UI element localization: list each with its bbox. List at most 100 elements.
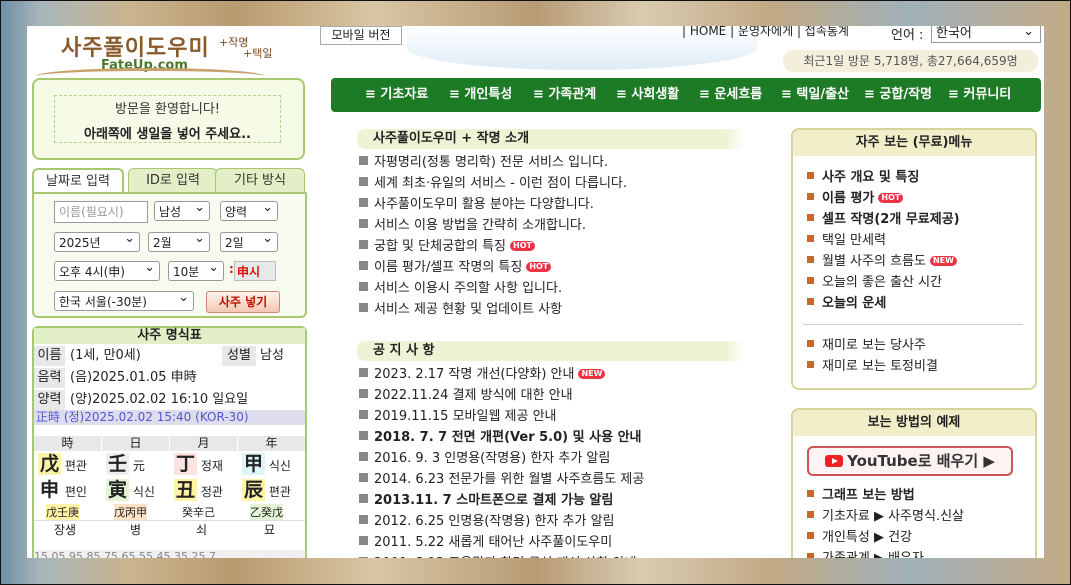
notice-item[interactable]: 2019.11.15 모바일웹 제공 안내 bbox=[359, 405, 557, 424]
example-item[interactable]: 기초자료 ▶ 사주명식.신살 bbox=[807, 505, 964, 524]
free-menu-item[interactable]: 오늘의 좋은 출산 시간 bbox=[807, 271, 942, 290]
free-menu-item[interactable]: 사주 개요 및 특징 bbox=[807, 166, 919, 185]
hidden-stems: 乙癸戊 bbox=[250, 504, 283, 520]
free-menu-item-text: 셀프 작명(2개 무료제공) bbox=[822, 212, 960, 227]
intro-item-text: 세계 최초·유일의 서비스 - 이런 점이 다릅니다. bbox=[374, 176, 628, 191]
free-menu-item-text: 오늘의 운세 bbox=[822, 296, 887, 311]
menu-community[interactable]: ≡ 커뮤니티 bbox=[948, 78, 1011, 112]
intro-section-title: 사주풀이도우미 + 작명 소개 bbox=[357, 129, 745, 149]
notice-item[interactable]: 2014. 6.23 전문가를 위한 월별 사주흐름도 제공 bbox=[359, 468, 644, 487]
day-select[interactable]: 2일 bbox=[220, 229, 278, 252]
tab-date-input[interactable]: 날짜로 입력 bbox=[32, 168, 124, 195]
menu-fortune-flow[interactable]: ≡ 운세흐름 bbox=[699, 78, 762, 112]
logo-sub-taegil: +택일 bbox=[243, 47, 273, 60]
bullet-square-icon bbox=[359, 515, 368, 524]
examples-title: 보는 방법의 예제 bbox=[793, 410, 1035, 436]
name-label: 이름 bbox=[34, 346, 65, 366]
main-menu-bar: ≡ 기초자료 ≡ 개인특성 ≡ 가족관계 ≡ 사회생활 ≡ 운세흐름 ≡ 택일/… bbox=[331, 78, 1041, 112]
free-menu-title: 자주 보는 (무료)메뉴 bbox=[793, 130, 1035, 156]
notice-item[interactable]: 2012. 6.25 인명용(작명용) 한자 추가 알림 bbox=[359, 510, 615, 529]
name-input[interactable]: 이름(필요시) bbox=[54, 201, 148, 223]
notice-item[interactable]: 2018. 7. 7 전면 개편(Ver 5.0) 및 사용 안내 bbox=[359, 426, 642, 445]
jeongsi-value: 正時 (정)2025.02.02 15:40 (KOR-30) bbox=[36, 410, 249, 424]
menu-compat-naming[interactable]: ≡ 궁합/작명 bbox=[864, 78, 932, 112]
tab-other-method[interactable]: 기타 방식 bbox=[215, 168, 305, 193]
intro-item[interactable]: 궁합 및 단체궁합의 특징 HOT bbox=[359, 235, 535, 254]
pillar-head: 年 bbox=[238, 436, 305, 451]
pillar-head: 時 bbox=[34, 436, 101, 451]
input-tabs: 날짜로 입력 ID로 입력 기타 방식 bbox=[32, 168, 305, 195]
page: 사주풀이도우미 +작명 +택일 FateUp.com 모바일 버전 | HOME… bbox=[27, 26, 1044, 558]
month-value: 2월 bbox=[153, 236, 172, 250]
region-select[interactable]: 한국 서울(-30분) bbox=[54, 288, 194, 311]
notice-item[interactable]: 2013.11. 7 스마트폰으로 결제 가능 알림 bbox=[359, 489, 613, 508]
calendar-select[interactable]: 양력 bbox=[220, 198, 278, 221]
free-menu-box: 자주 보는 (무료)메뉴 사주 개요 및 특징이름 평가 HOT 셀프 작명(2개 … bbox=[791, 128, 1037, 390]
notice-item[interactable]: 2009. 8.13 도움말과 화면 구성 개선 사항 안내 bbox=[359, 552, 637, 558]
bullet-square-icon bbox=[807, 298, 814, 305]
free-menu-item[interactable]: 오늘의 운세 bbox=[807, 292, 886, 311]
notice-item[interactable]: 2016. 9. 3 인명용(작명용) 한자 추가 알림 bbox=[359, 447, 610, 466]
daeun-years-row: 15 05 95 85 75 65 55 45 35 25.7 bbox=[34, 550, 305, 558]
bullet-square-icon bbox=[359, 368, 368, 377]
hour-branch-text: 申시 bbox=[237, 265, 261, 279]
free-menu-item[interactable]: 월별 사주의 흐름도 NEW bbox=[807, 250, 957, 269]
hour-select[interactable]: 오후 4시(申) bbox=[54, 258, 160, 281]
intro-item[interactable]: 세계 최초·유일의 서비스 - 이런 점이 다릅니다. bbox=[359, 172, 627, 191]
submit-saju-button[interactable]: 사주 넣기 bbox=[206, 291, 280, 313]
intro-item[interactable]: 사주풀이도우미 활용 분야는 다양합니다. bbox=[359, 193, 594, 212]
year-select[interactable]: 2025년 bbox=[54, 229, 140, 252]
free-menu-item-text: 사주 개요 및 특징 bbox=[822, 170, 920, 185]
site-logo[interactable]: 사주풀이도우미 +작명 +택일 FateUp.com bbox=[31, 30, 291, 78]
notice-item[interactable]: 2023. 2.17 작명 개선(다양화) 안내 NEW bbox=[359, 363, 606, 382]
notice-item-text: 2012. 6.25 인명용(작명용) 한자 추가 알림 bbox=[374, 514, 615, 529]
mobile-version-button[interactable]: 모바일 버전 bbox=[320, 26, 402, 45]
top-links[interactable]: | HOME | 운영자에게 | 접속통계 bbox=[682, 26, 849, 39]
example-item[interactable]: 그래프 보는 방법 bbox=[807, 484, 915, 503]
pillar-branch-label: 정관 bbox=[200, 485, 223, 499]
free-menu-item[interactable]: 셀프 작명(2개 무료제공) bbox=[807, 208, 960, 227]
pillar-head: 日 bbox=[102, 436, 169, 451]
intro-item[interactable]: 서비스 이용시 주의할 사항 입니다. bbox=[359, 277, 562, 296]
bullet-square-icon bbox=[359, 303, 368, 312]
pillar-stem: 甲 bbox=[242, 453, 266, 475]
menu-family[interactable]: ≡ 가족관계 bbox=[533, 78, 596, 112]
free-menu-item-text: 택일 만세력 bbox=[822, 233, 886, 248]
free-menu-item[interactable]: 재미로 보는 당사주 bbox=[807, 334, 926, 353]
hour-value: 오후 4시(申) bbox=[59, 265, 125, 279]
gender-select[interactable]: 남성 bbox=[154, 198, 210, 221]
tab-id-input[interactable]: ID로 입력 bbox=[128, 168, 218, 193]
intro-item-text: 서비스 제공 현황 및 업데이트 사항 bbox=[374, 302, 563, 317]
hidden-stems: 戊壬庚 bbox=[46, 504, 79, 520]
menu-personal-traits[interactable]: ≡ 개인특성 bbox=[449, 78, 512, 112]
notice-item-text: 2011. 5.22 새롭게 태어난 사주풀이도우미 bbox=[374, 535, 613, 550]
pillar-day: 日 壬 元 寅 식신 bbox=[102, 436, 169, 503]
free-menu-item-text: 재미로 보는 토정비결 bbox=[822, 359, 938, 374]
example-item[interactable]: 가족관계 ▶ 배우자 bbox=[807, 547, 924, 558]
welcome-box: 방문을 환영합니다! 아래쪽에 생일을 넣어 주세요.. bbox=[32, 78, 305, 160]
bullet-square-icon bbox=[359, 557, 368, 558]
month-select[interactable]: 2월 bbox=[148, 229, 210, 252]
menu-date-birth[interactable]: ≡ 택일/출산 bbox=[781, 78, 849, 112]
language-select[interactable]: 한국어 ⌄ bbox=[931, 26, 1041, 43]
notice-item[interactable]: 2022.11.24 결제 방식에 대한 안내 bbox=[359, 384, 573, 403]
intro-item[interactable]: 서비스 이용 방법을 간략히 소개합니다. bbox=[359, 214, 586, 233]
menu-basic-data[interactable]: ≡ 기초자료 bbox=[365, 78, 428, 112]
stage-text: 묘 bbox=[264, 523, 276, 537]
intro-item[interactable]: 자평명리(정통 명리학) 전문 서비스 입니다. bbox=[359, 151, 608, 170]
free-menu-item[interactable]: 이름 평가 HOT bbox=[807, 187, 904, 206]
pillar-branch: 丑 bbox=[174, 479, 198, 501]
gender-value-text: 남성 bbox=[260, 348, 284, 363]
gender-label: 성별 bbox=[222, 346, 256, 366]
intro-item[interactable]: 서비스 제공 현황 및 업데이트 사항 bbox=[359, 298, 562, 317]
notice-item[interactable]: 2011. 5.22 새롭게 태어난 사주풀이도우미 bbox=[359, 531, 612, 550]
minute-select[interactable]: 10분 bbox=[168, 258, 224, 281]
twelve-stages-row: 장생 병 쇠 묘 bbox=[34, 520, 305, 537]
youtube-learn-button[interactable]: YouTube로 배우기 ▶ bbox=[807, 446, 1013, 476]
free-menu-item[interactable]: 택일 만세력 bbox=[807, 229, 886, 248]
menu-social-life[interactable]: ≡ 사회생활 bbox=[616, 78, 679, 112]
example-item[interactable]: 개인특성 ▶ 건강 bbox=[807, 526, 912, 545]
free-menu-item[interactable]: 재미로 보는 토정비결 bbox=[807, 355, 938, 374]
intro-item[interactable]: 이름 평가/셀프 작명의 특징 HOT bbox=[359, 256, 552, 275]
intro-item-text: 자평명리(정통 명리학) 전문 서비스 입니다. bbox=[374, 155, 609, 170]
